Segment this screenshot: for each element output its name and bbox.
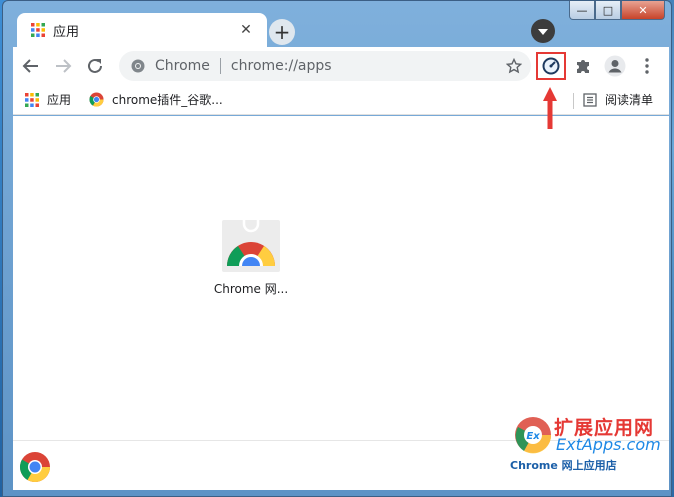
reading-list-label: 阅读清单 [605, 93, 654, 107]
new-tab-button[interactable]: + [269, 19, 295, 45]
address-bar[interactable]: Chrome chrome://apps [119, 51, 531, 81]
apps-grid-icon [31, 23, 45, 37]
chrome-logo-icon [19, 451, 51, 483]
browser-menu-button[interactable] [633, 52, 661, 80]
watermark-logo: Ex [512, 415, 554, 455]
watermark-logo-text: Ex [526, 431, 540, 442]
highlight-box [536, 52, 566, 80]
bookmark-apps-label: 应用 [47, 93, 72, 107]
bookmark-apps[interactable]: 应用 [25, 91, 71, 108]
apps-grid-icon [25, 92, 39, 107]
site-label: Chrome [155, 58, 210, 74]
tab-title: 应用 [53, 24, 80, 40]
avatar-icon [604, 55, 626, 77]
watermark-store-label: Chrome 网上应用店 [510, 459, 617, 472]
web-store-icon [222, 216, 280, 272]
tab-close-icon[interactable]: ✕ [237, 21, 255, 39]
extensions-menu-button[interactable] [569, 52, 597, 80]
more-vert-icon [645, 58, 649, 74]
app-tile-label: Chrome 网... [213, 282, 289, 296]
star-icon [506, 58, 522, 74]
bookmarks-divider [573, 93, 574, 109]
tab-apps[interactable]: 应用 ✕ [17, 13, 267, 47]
toolbar: Chrome chrome://apps [13, 47, 669, 85]
reading-list-icon [583, 92, 597, 107]
app-tile-chrome-web-store[interactable]: Chrome 网... [209, 216, 293, 297]
reload-icon [88, 58, 102, 73]
arrow-left-icon [22, 59, 38, 73]
profile-button[interactable] [601, 52, 629, 80]
chrome-logo-icon [89, 92, 104, 107]
watermark: Ex 扩展应用网 ExtApps.com Chrome 网上应用店 [510, 413, 670, 479]
tab-search-button[interactable] [531, 19, 555, 43]
puzzle-icon [577, 60, 589, 73]
bookmark-chrome-plugins-label: chrome插件_谷歌... [112, 93, 223, 107]
url-text[interactable]: chrome://apps [231, 58, 501, 74]
reload-button[interactable] [81, 52, 109, 80]
bookmarks-bar: 应用 chrome插件_谷歌... 阅读清单 [13, 85, 669, 115]
omnibox-separator [219, 58, 221, 74]
back-button[interactable] [17, 52, 45, 80]
reading-list-button[interactable]: 阅读清单 [583, 91, 653, 108]
bookmark-chrome-plugins[interactable]: chrome插件_谷歌... [89, 91, 223, 108]
red-arrow-indicator [543, 87, 557, 129]
forward-button[interactable] [49, 52, 77, 80]
watermark-domain: ExtApps.com [556, 435, 661, 454]
tab-strip: 应用 ✕ + [11, 9, 669, 47]
chrome-site-icon [131, 59, 145, 73]
arrow-right-icon [56, 59, 72, 73]
bookmark-star-button[interactable] [501, 53, 527, 79]
